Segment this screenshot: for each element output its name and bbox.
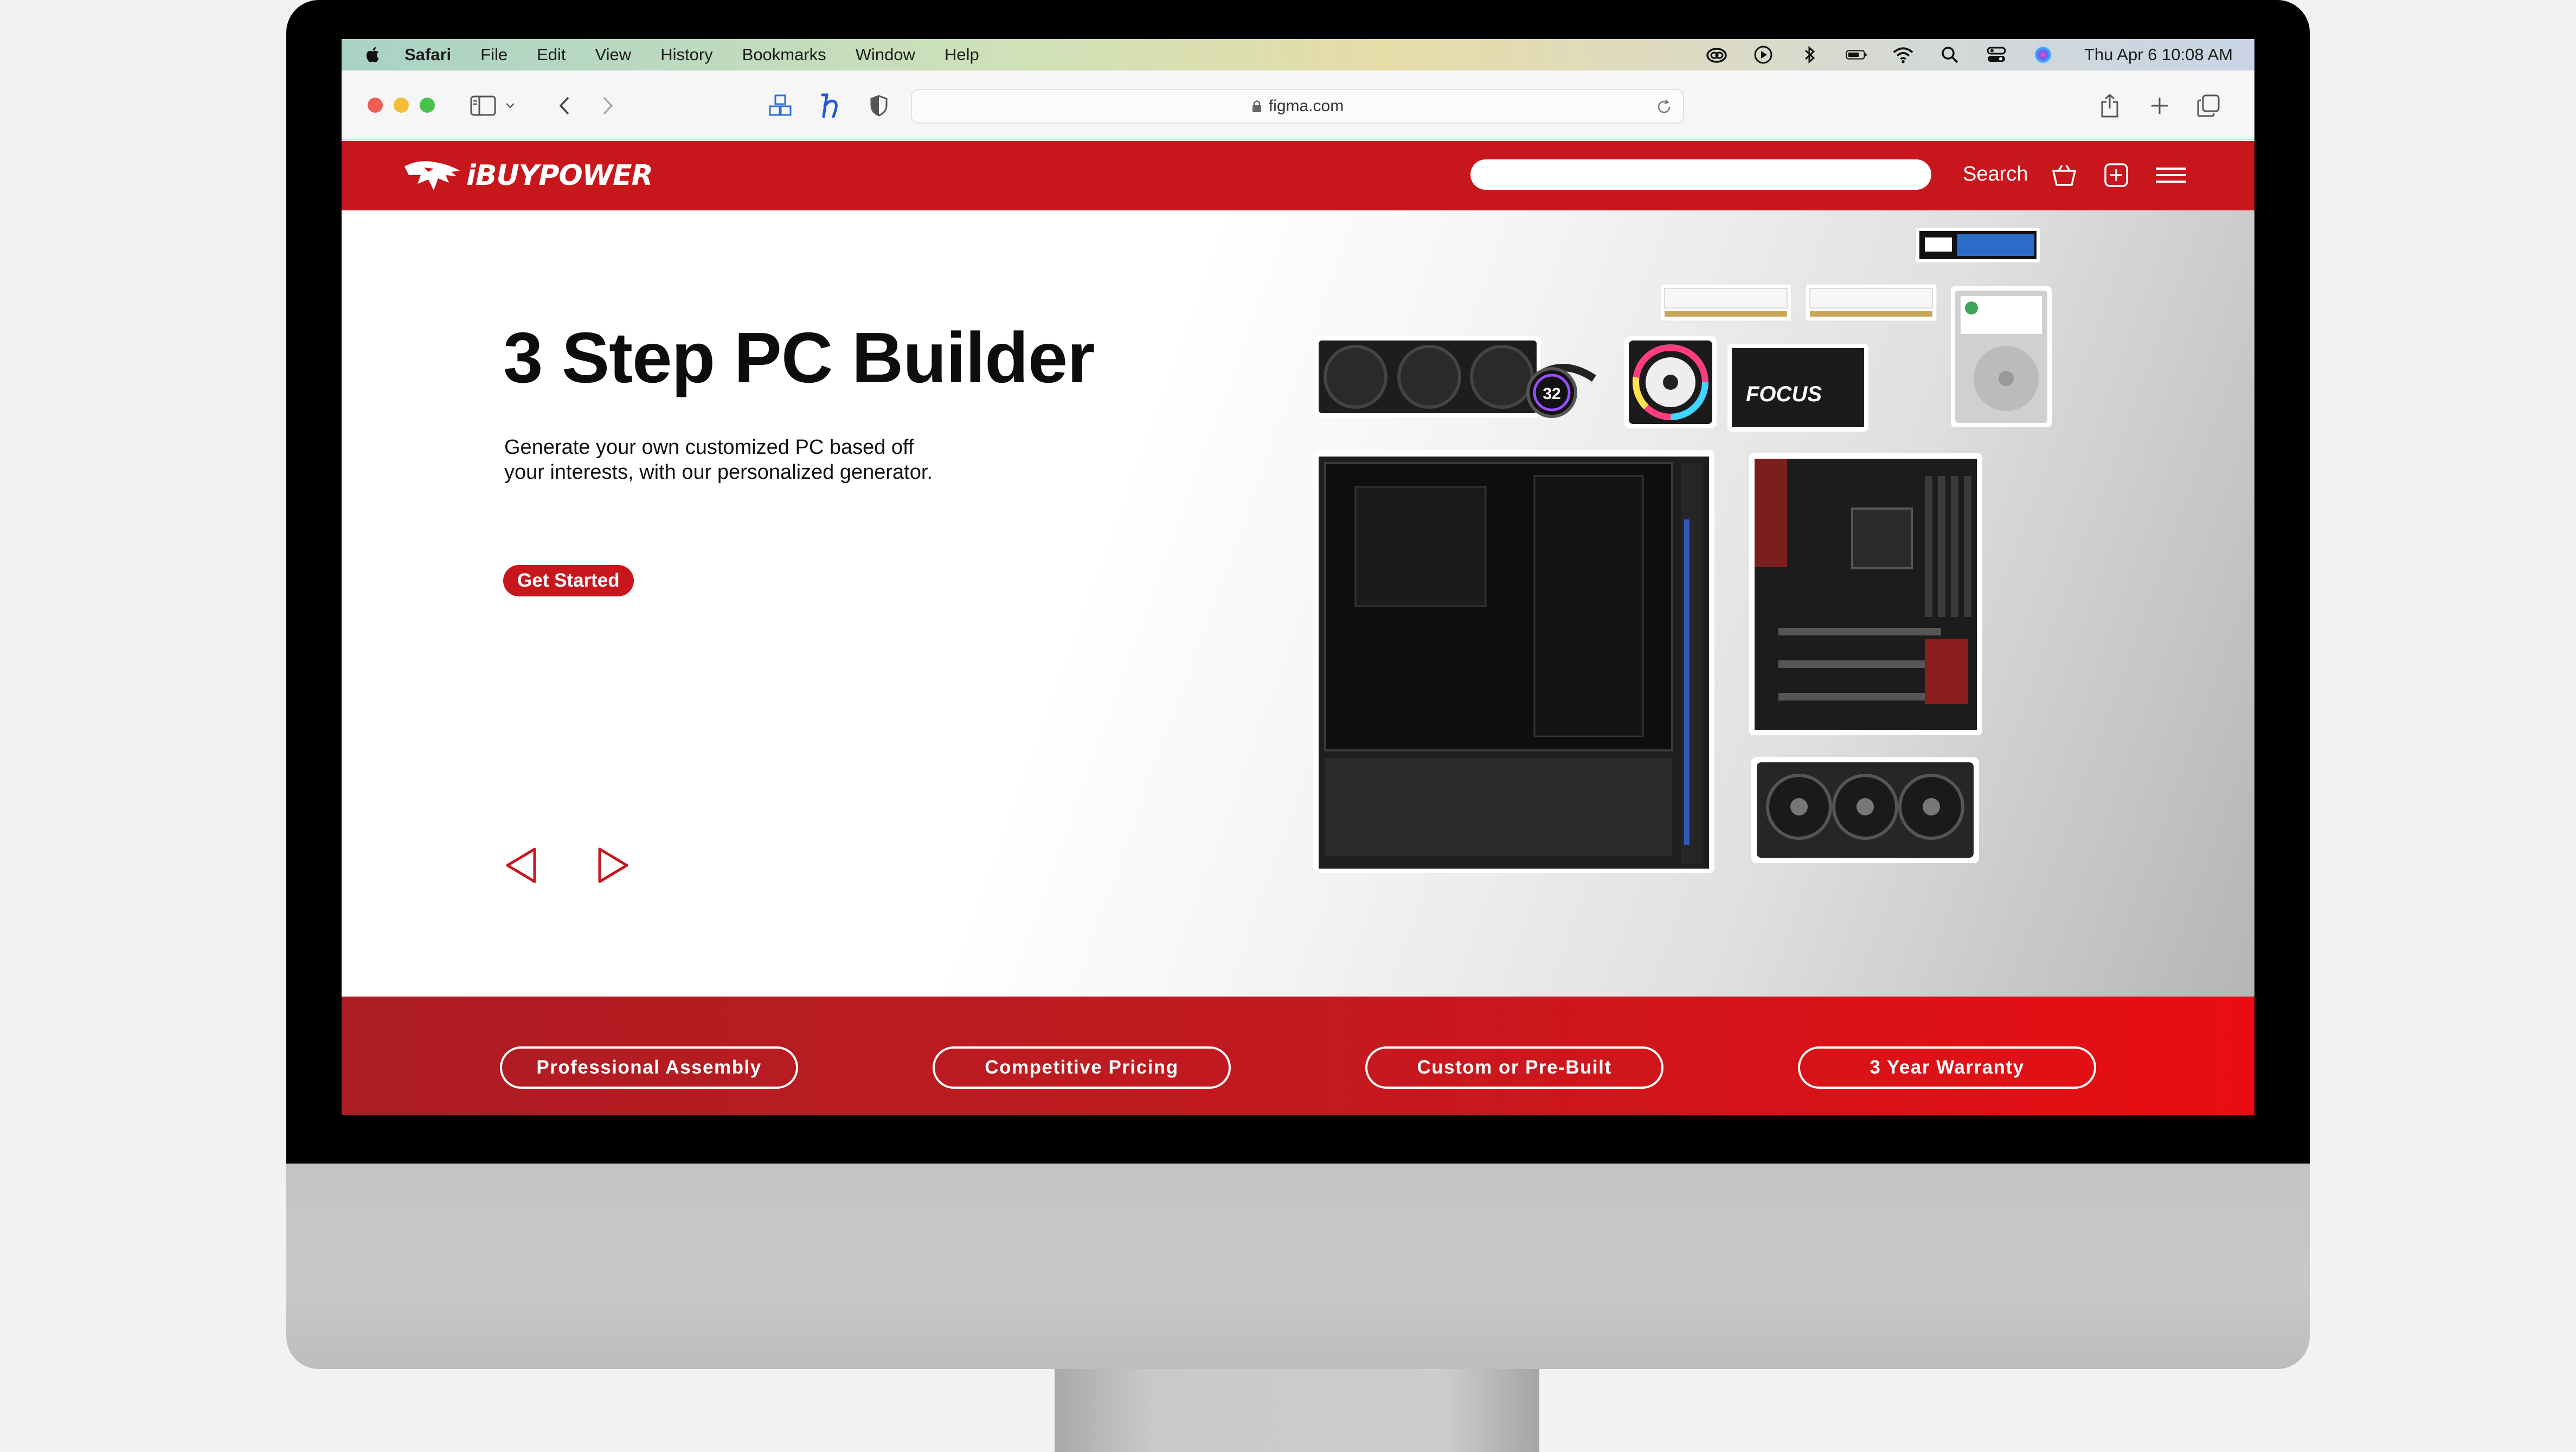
sidebar-icon[interactable] [470, 92, 497, 119]
share-icon[interactable] [2096, 92, 2123, 119]
hamburger-menu-icon[interactable] [2154, 160, 2188, 190]
menu-file[interactable]: File [480, 45, 508, 65]
site-header: iBUYPOWER Search [342, 141, 2254, 210]
macos-menubar: Safari File Edit View History Bookmarks … [342, 39, 2254, 70]
hero-subtitle-line-1: Generate your own customized PC based of… [504, 436, 914, 459]
ram-stick-right [1805, 284, 1937, 322]
motherboard [1749, 453, 1982, 735]
hdd-component [1951, 286, 2052, 427]
chevron-down-icon[interactable] [497, 92, 524, 119]
hero-section: 3 Step PC Builder Generate your own cust… [342, 210, 2254, 997]
honey-extension-icon[interactable] [817, 92, 844, 119]
new-tab-icon[interactable] [2146, 92, 2173, 119]
feature-professional-assembly[interactable]: Professional Assembly [500, 1046, 798, 1089]
menu-app-name[interactable]: Safari [404, 45, 451, 65]
menubar-clock[interactable]: Thu Apr 6 10:08 AM [2084, 45, 2233, 65]
aio-display-value: 32 [1543, 385, 1560, 403]
creative-cloud-icon[interactable] [1706, 44, 1727, 66]
brand-name: iBUYPOWER [466, 159, 653, 192]
reload-icon[interactable] [1655, 98, 1673, 116]
feature-competitive-pricing[interactable]: Competitive Pricing [933, 1046, 1231, 1089]
panther-logo-icon [404, 161, 460, 190]
control-center-icon[interactable] [1986, 44, 2007, 66]
bluetooth-icon[interactable] [1799, 44, 1821, 66]
graphics-card [1751, 757, 1979, 863]
menu-view[interactable]: View [595, 45, 632, 65]
pc-case [1313, 450, 1714, 873]
apple-icon[interactable] [363, 44, 383, 66]
safari-toolbar: figma.com [342, 70, 2254, 140]
menu-edit[interactable]: Edit [537, 45, 566, 65]
search-input[interactable] [1470, 159, 1931, 190]
next-slide-icon[interactable] [590, 844, 633, 887]
psu-brand-label: FOCUS [1746, 382, 1822, 406]
ssd-component [1916, 228, 2040, 262]
hero-subtitle: Generate your own customized PC based of… [504, 435, 992, 485]
address-bar[interactable]: figma.com [911, 89, 1684, 124]
menu-help[interactable]: Help [945, 45, 979, 65]
power-supply: FOCUS [1727, 344, 1868, 432]
play-icon[interactable] [1752, 44, 1774, 66]
feature-3-year-warranty[interactable]: 3 Year Warranty [1798, 1046, 2096, 1089]
pc-components-image: 32 FOCUS [1313, 228, 2052, 873]
screen: Safari File Edit View History Bookmarks … [342, 39, 2254, 1115]
search-label[interactable]: Search [1963, 163, 2028, 186]
lock-icon [1252, 100, 1261, 112]
zoom-window-button[interactable] [420, 98, 435, 113]
forward-icon[interactable] [594, 92, 621, 119]
wifi-icon[interactable] [1892, 44, 1914, 66]
add-square-icon[interactable] [2102, 160, 2131, 190]
features-bar: Professional Assembly Competitive Pricin… [342, 997, 2254, 1115]
imac-stand [1055, 1366, 1539, 1452]
brand-logo[interactable]: iBUYPOWER [402, 155, 653, 196]
battery-icon[interactable] [1846, 44, 1867, 66]
menu-window[interactable]: Window [856, 45, 915, 65]
minimize-window-button[interactable] [394, 98, 409, 113]
tab-overview-icon[interactable] [2195, 92, 2222, 119]
aio-cooler: 32 [1314, 336, 1596, 418]
feature-custom-or-prebuilt[interactable]: Custom or Pre-Built [1365, 1046, 1663, 1089]
close-window-button[interactable] [368, 98, 383, 113]
hero-title: 3 Step PC Builder [503, 318, 1095, 397]
get-started-button[interactable]: Get Started [503, 565, 634, 596]
imac-chin [286, 1160, 2310, 1369]
basket-icon[interactable] [2050, 160, 2079, 190]
rgb-fan [1624, 336, 1717, 428]
spotlight-icon[interactable] [1939, 44, 1961, 66]
hero-subtitle-line-2: your interests, with our personalized ge… [504, 461, 933, 484]
extension-cubes-icon[interactable] [767, 92, 794, 119]
menu-bookmarks[interactable]: Bookmarks [742, 45, 826, 65]
address-url: figma.com [1268, 97, 1344, 115]
siri-icon[interactable] [2032, 44, 2054, 66]
menu-history[interactable]: History [660, 45, 712, 65]
back-icon[interactable] [551, 92, 578, 119]
previous-slide-icon[interactable] [501, 844, 544, 887]
ram-stick-left [1660, 284, 1792, 322]
privacy-shield-icon[interactable] [865, 92, 892, 119]
